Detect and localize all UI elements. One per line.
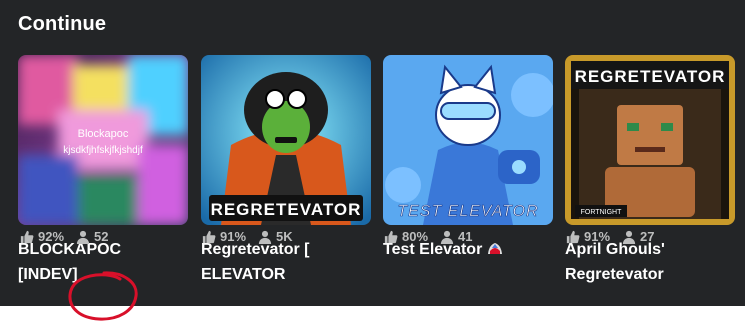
thumbnail-tag-text: FORTNIGHT	[581, 209, 622, 216]
rating-value: 91%	[220, 229, 247, 244]
thumbs-up-icon	[20, 230, 34, 243]
game-title[interactable]: Regretevator [ ELEVATOR	[201, 237, 371, 287]
regretevator-thumbnail-image: REGRETEVATOR	[201, 55, 371, 225]
thumbnail-banner-text: TEST ELEVATOR	[397, 203, 538, 220]
thumbs-up-icon	[566, 230, 580, 243]
thumbs-up-icon	[384, 230, 398, 243]
game-title[interactable]: BLOCKAPOC [INDEV]	[18, 237, 188, 287]
person-icon	[622, 230, 636, 244]
april-ghouls-thumbnail-image: REGRETEVATOR FORTNIGHT	[565, 55, 735, 225]
game-title[interactable]: April Ghouls' Regretevator	[565, 237, 735, 287]
players-value: 5K	[276, 229, 293, 244]
players-value: 52	[94, 229, 109, 244]
game-title-line2: Regretevator	[565, 266, 664, 283]
rating-stat: 80%	[384, 229, 428, 244]
thumbs-up-icon	[202, 230, 216, 243]
game-card-blockapoc[interactable]: Blockapoc kjsdkfjhfskjfkjshdjf BLOCKAPOC…	[18, 55, 188, 287]
test-elevator-thumbnail-image: TEST ELEVATOR	[383, 55, 553, 225]
game-stats: 91% 5K	[202, 229, 305, 244]
person-icon	[258, 230, 272, 244]
thumbnail-subtitle-text: kjsdkfjhfskjfkjshdjf	[63, 145, 143, 156]
section-title: Continue	[18, 13, 107, 35]
rating-stat: 91%	[566, 229, 610, 244]
players-value: 27	[640, 229, 655, 244]
game-stats: 91% 27	[566, 229, 667, 244]
rating-value: 91%	[584, 229, 611, 244]
game-stats: 92% 52	[20, 229, 121, 244]
game-thumbnail[interactable]: REGRETEVATOR	[201, 55, 371, 225]
game-stats: 80% 41	[384, 229, 485, 244]
blockapoc-thumbnail-image: Blockapoc kjsdkfjhfskjfkjshdjf	[18, 55, 188, 225]
rating-stat: 92%	[20, 229, 64, 244]
rating-stat: 91%	[202, 229, 246, 244]
person-icon	[76, 230, 90, 244]
game-title-line2: [INDEV]	[18, 266, 78, 283]
players-stat: 41	[440, 229, 473, 244]
players-stat: 27	[622, 229, 655, 244]
game-thumbnail[interactable]: TEST ELEVATOR	[383, 55, 553, 225]
players-stat: 52	[76, 229, 109, 244]
players-stat: 5K	[258, 229, 293, 244]
thumbnail-banner-text: REGRETEVATOR	[211, 200, 362, 219]
game-card-april-ghouls-regretevator[interactable]: REGRETEVATOR FORTNIGHT April Ghouls' Reg…	[565, 55, 735, 287]
rating-value: 80%	[402, 229, 429, 244]
page-bottom-strip	[0, 306, 745, 325]
game-thumbnail[interactable]: Blockapoc kjsdkfjhfskjfkjshdjf	[18, 55, 188, 225]
rating-value: 92%	[38, 229, 65, 244]
person-icon	[440, 230, 454, 244]
thumbnail-banner-text: REGRETEVATOR	[575, 67, 726, 86]
game-title-line2: ELEVATOR	[201, 266, 286, 283]
players-value: 41	[458, 229, 473, 244]
elevator-emoji-icon	[486, 239, 504, 265]
game-thumbnail[interactable]: REGRETEVATOR FORTNIGHT	[565, 55, 735, 225]
thumbnail-title-text: Blockapoc	[78, 128, 129, 140]
game-card-regretevator[interactable]: REGRETEVATOR Regretevator [ ELEVATOR	[201, 55, 371, 287]
